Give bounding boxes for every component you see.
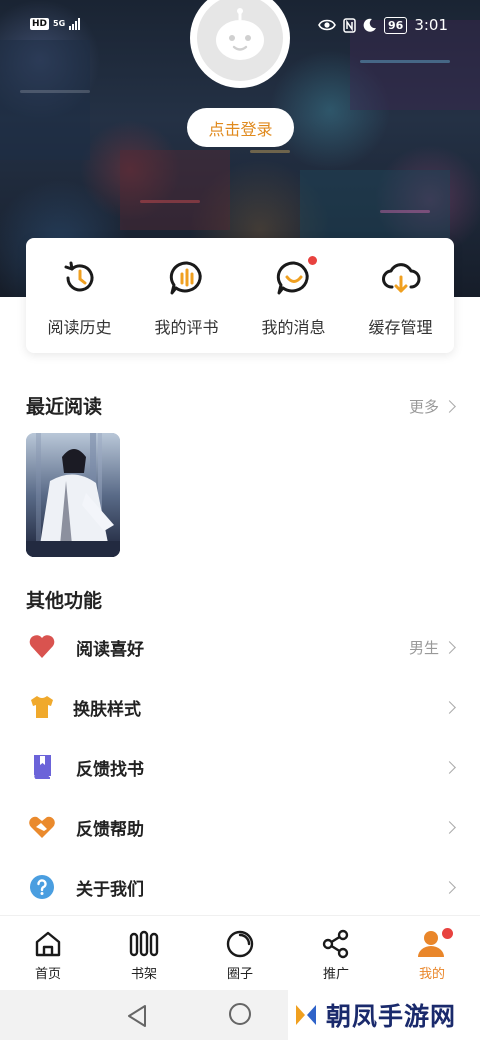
function-label: 阅读喜好 bbox=[76, 639, 144, 660]
other-functions-title: 其他功能 bbox=[26, 590, 103, 612]
tab-promote[interactable]: 推广 bbox=[288, 916, 384, 990]
quick-actions-card: 阅读历史 我的评书 我的消息 缓存管理 bbox=[26, 238, 454, 353]
history-clock-icon bbox=[64, 261, 93, 292]
function-skin-style[interactable]: 换肤样式 bbox=[0, 677, 480, 737]
book-cover[interactable] bbox=[26, 433, 120, 557]
tab-home[interactable]: 首页 bbox=[0, 916, 96, 990]
preference-value: 男生 bbox=[408, 638, 439, 657]
more-label: 更多 bbox=[408, 398, 439, 416]
tab-circle[interactable]: 圈子 bbox=[192, 916, 288, 990]
function-feedback-find-book[interactable]: 反馈找书 bbox=[0, 737, 480, 797]
quick-action-messages[interactable]: 我的消息 bbox=[244, 256, 344, 338]
tab-mine[interactable]: 我的 bbox=[384, 916, 480, 990]
quick-action-cache[interactable]: 缓存管理 bbox=[351, 258, 451, 338]
message-smile-icon bbox=[276, 261, 309, 295]
tab-label: 我的 bbox=[418, 967, 445, 982]
back-triangle-icon[interactable] bbox=[126, 1004, 148, 1028]
function-feedback-help[interactable]: 反馈帮助 bbox=[0, 797, 480, 857]
function-label: 关于我们 bbox=[76, 879, 144, 900]
tab-bookshelf[interactable]: 书架 bbox=[96, 916, 192, 990]
function-about-us[interactable]: 关于我们 bbox=[0, 857, 480, 917]
function-label: 换肤样式 bbox=[73, 699, 141, 720]
notification-dot bbox=[442, 928, 453, 939]
clock: 3:01 bbox=[414, 16, 448, 34]
battery-level: 96 bbox=[384, 16, 408, 34]
cloud-download-icon bbox=[381, 263, 420, 293]
heart-icon bbox=[29, 635, 55, 658]
network-type: 5G bbox=[53, 19, 66, 28]
eye-icon bbox=[318, 19, 336, 31]
home-circle-icon[interactable] bbox=[229, 1003, 251, 1025]
handshake-icon bbox=[29, 816, 55, 838]
comment-bars-icon bbox=[169, 261, 202, 295]
quick-action-label: 我的评书 bbox=[154, 318, 219, 337]
quick-action-history[interactable]: 阅读历史 bbox=[30, 258, 130, 338]
unread-dot bbox=[307, 256, 317, 265]
robot-avatar-icon bbox=[216, 8, 264, 60]
watermark-text: 朝凤手游网 bbox=[326, 1002, 457, 1031]
login-button[interactable]: 点击登录 bbox=[187, 108, 294, 147]
tab-label: 推广 bbox=[322, 967, 349, 982]
quick-action-label: 我的消息 bbox=[261, 318, 326, 337]
tab-label: 书架 bbox=[130, 967, 157, 982]
tab-label: 首页 bbox=[34, 967, 61, 982]
watermark-logo-icon bbox=[296, 1005, 316, 1025]
quick-action-label: 阅读历史 bbox=[47, 318, 112, 337]
chevron-right-icon bbox=[443, 880, 456, 894]
function-reading-preference[interactable]: 阅读喜好 男生 bbox=[0, 617, 480, 677]
moon-icon bbox=[363, 18, 376, 32]
quick-action-label: 缓存管理 bbox=[368, 318, 433, 337]
tab-label: 圈子 bbox=[226, 967, 253, 982]
share-icon bbox=[322, 929, 349, 959]
signal-icon bbox=[69, 18, 81, 30]
quick-action-reviews[interactable]: 我的评书 bbox=[137, 258, 237, 338]
home-icon bbox=[35, 931, 61, 957]
function-label: 反馈帮助 bbox=[76, 819, 144, 840]
watermark: 朝凤手游网 bbox=[288, 990, 480, 1040]
book-icon bbox=[34, 755, 51, 779]
tshirt-icon bbox=[31, 696, 53, 718]
hd-badge: HD bbox=[30, 18, 50, 30]
book-cover-art bbox=[26, 433, 120, 557]
more-link[interactable]: 更多 bbox=[408, 396, 456, 417]
circle-icon bbox=[226, 930, 254, 958]
recent-reading-title: 最近阅读 bbox=[26, 396, 103, 418]
function-label: 反馈找书 bbox=[76, 759, 144, 780]
chevron-right-icon bbox=[443, 400, 456, 413]
chevron-right-icon bbox=[443, 820, 456, 834]
question-icon bbox=[30, 875, 54, 899]
chevron-right-icon bbox=[443, 760, 456, 774]
chevron-right-icon bbox=[443, 700, 456, 714]
bottom-tab-bar: 首页 书架 圈子 推广 我的 bbox=[0, 915, 480, 990]
bookshelf-icon bbox=[129, 930, 159, 957]
nfc-icon bbox=[343, 17, 356, 33]
chevron-right-icon bbox=[443, 640, 456, 654]
